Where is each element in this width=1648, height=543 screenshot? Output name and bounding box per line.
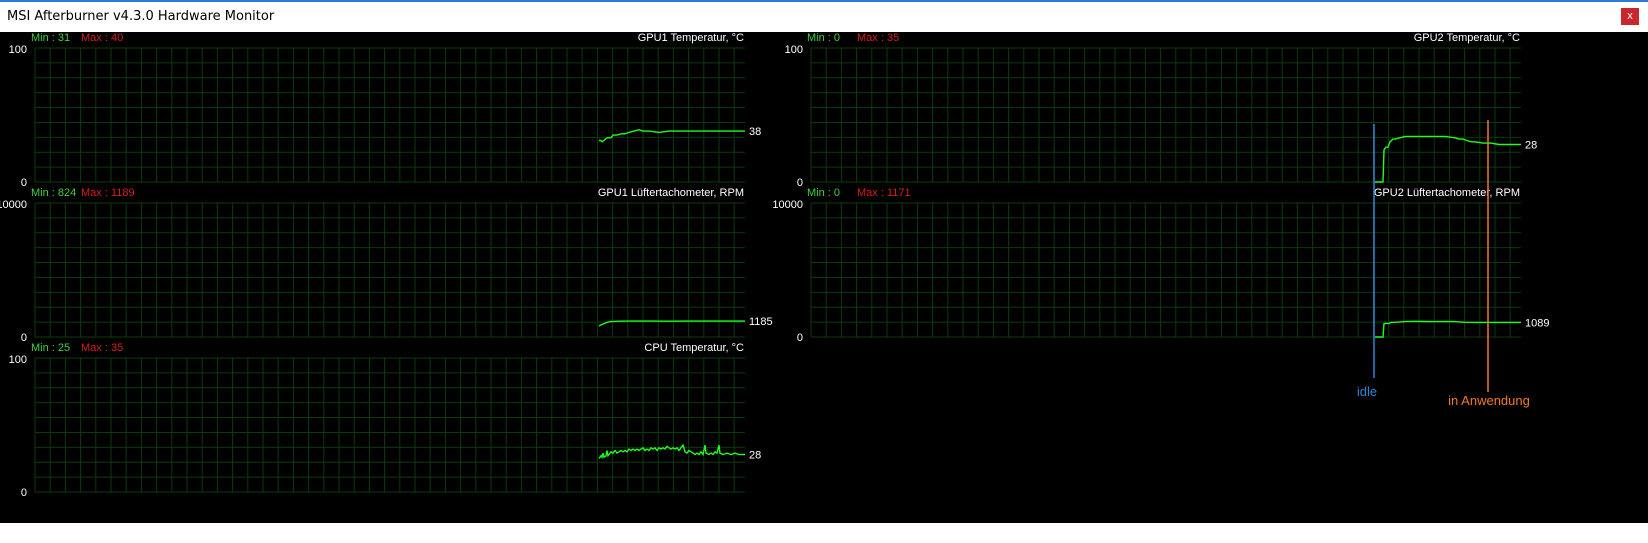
gpu1-temperature-current-value: 38 <box>749 126 761 138</box>
idle-annotation: idle <box>1357 384 1377 399</box>
load-annotation: in Anwendung <box>1448 393 1530 408</box>
gpu1-fan-speed-max-label: Max : 1189 <box>81 187 135 199</box>
gpu2-fan-speed-axis-bottom: 0 <box>797 332 803 344</box>
gpu2-temperature-min-label: Min : 0 <box>807 32 840 44</box>
gpu1-temperature-axis-bottom: 0 <box>21 177 27 189</box>
cpu-temperature-min-label: Min : 25 <box>31 342 70 354</box>
gpu1-fan-speed-current-value: 1185 <box>749 316 773 328</box>
gpu2-temperature-max-label: Max : 35 <box>857 32 899 44</box>
gpu2-fan-speed-max-label: Max : 1171 <box>857 187 911 199</box>
gpu2-fan-speed-title: GPU2 Lüftertachometer, RPM <box>1374 187 1520 199</box>
gpu2-temperature-title: GPU2 Temperatur, °C <box>1414 32 1520 44</box>
gpu1-fan-speed-min-label: Min : 824 <box>31 187 76 199</box>
gpu2-temperature-axis-bottom: 0 <box>797 177 803 189</box>
gpu2-fan-speed-axis-top: 10000 <box>772 199 803 211</box>
cpu-temperature-current-value: 28 <box>749 449 761 461</box>
gpu1-temperature-series-line <box>599 128 745 143</box>
gpu1-temperature-max-label: Max : 40 <box>81 32 123 44</box>
monitor-graphs: 100 0 Min : 31 Max : 40 GPU1 Temperatur, °C 3… <box>0 32 1549 499</box>
gpu1-temperature-axis-top: 100 <box>9 44 27 56</box>
gpu1-fan-speed-axis-top: 10000 <box>0 199 27 211</box>
window-title: MSI Afterburner v4.3.0 Hardware Monitor <box>7 9 275 24</box>
gpu2-fan-speed-min-label: Min : 0 <box>807 187 840 199</box>
close-button[interactable]: x <box>1621 8 1639 25</box>
gpu2-temperature-current-value: 28 <box>1525 139 1537 151</box>
gpu1-temperature-min-label: Min : 31 <box>31 32 70 44</box>
hardware-monitor-panel[interactable]: 100 0 Min : 31 Max : 40 GPU1 Temperatur, °C 3… <box>0 32 1648 523</box>
gpu2-fan-speed-current-value: 1089 <box>1525 317 1549 329</box>
gpu1-fan-speed-title: GPU1 Lüftertachometer, RPM <box>598 187 744 199</box>
cpu-temperature-axis-bottom: 0 <box>21 487 27 499</box>
title-bar-accent <box>0 0 1648 2</box>
close-icon: x <box>1627 10 1633 22</box>
cpu-temperature-max-label: Max : 35 <box>81 342 123 354</box>
cpu-temperature-title: CPU Temperatur, °C <box>644 342 744 354</box>
gpu2-fan-speed-series-line <box>1375 320 1521 338</box>
gpu2-temperature-axis-top: 100 <box>785 44 803 56</box>
gpu2-temperature-series-line <box>1375 135 1521 183</box>
gpu1-temperature-title: GPU1 Temperatur, °C <box>638 32 744 44</box>
cpu-temperature-axis-top: 100 <box>9 354 27 366</box>
gpu1-fan-speed-axis-bottom: 0 <box>21 332 27 344</box>
title-bar: MSI Afterburner v4.3.0 Hardware Monitor … <box>0 0 1648 32</box>
